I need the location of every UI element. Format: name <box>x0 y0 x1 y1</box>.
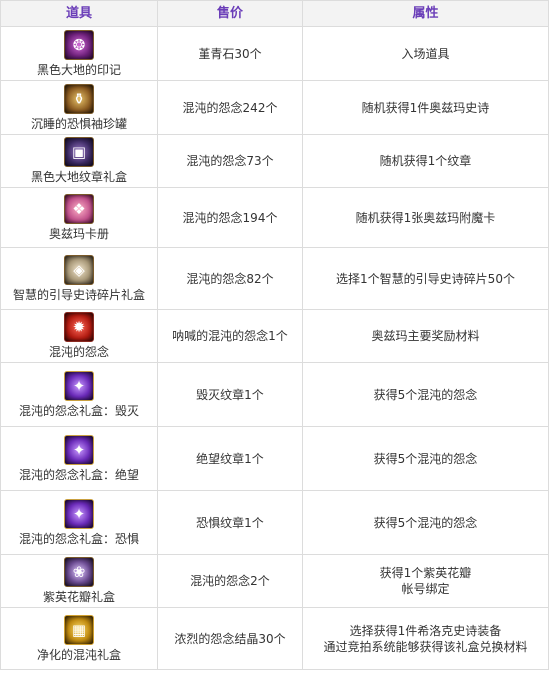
emblem-icon: ❂ <box>64 29 94 60</box>
item-name: 黑色大地纹章礼盒 <box>30 170 127 184</box>
petal-icon: ❀ <box>64 557 94 587</box>
price-cell: 堇青石30个 <box>157 26 303 81</box>
price-cell: 混沌的怨念194个 <box>157 187 303 248</box>
attribute-cell: 随机获得1个纹章 <box>302 134 549 188</box>
item-name: 混沌的怨念礼盒：绝望 <box>18 467 139 482</box>
attribute-line: 获得5个混沌的怨念 <box>373 451 478 466</box>
item-name: 混沌的怨念 <box>48 345 109 359</box>
item-name: 紫英花瓣礼盒 <box>42 590 115 604</box>
price-cell: 呐喊的混沌的怨念1个 <box>157 309 303 363</box>
attribute-line: 获得1个紫英花瓣 <box>379 566 472 580</box>
orb-icon: ✹ <box>64 312 94 342</box>
gift-box-icon: ✦ <box>64 370 94 401</box>
attribute-line: 帐号绑定 <box>401 582 450 596</box>
attribute-cell: 随机获得1张奥兹玛附魔卡 <box>302 187 549 248</box>
item-cell: ⚱ 沉睡的恐惧袖珍罐 <box>0 80 158 135</box>
header-attribute: 属性 <box>302 0 549 27</box>
table-header-row: 道具 售价 属性 <box>0 0 549 27</box>
table-row: ⚱ 沉睡的恐惧袖珍罐 混沌的怨念242个 随机获得1件奥兹玛史诗 <box>0 80 549 135</box>
header-price: 售价 <box>157 0 303 27</box>
attribute-line: 选择1个智慧的引导史诗碎片50个 <box>336 271 515 286</box>
price-cell: 混沌的怨念82个 <box>157 247 303 310</box>
price-cell: 绝望纹章1个 <box>157 426 303 491</box>
item-name: 奥兹玛卡册 <box>48 226 109 241</box>
table-row: ❂ 黑色大地的印记 堇青石30个 入场道具 <box>0 26 549 81</box>
attribute-line: 通过竞拍系统能够获得该礼盒兑换材料 <box>323 639 528 654</box>
item-cell: ❂ 黑色大地的印记 <box>0 26 158 81</box>
table-row: ▦ 净化的混沌礼盒 浓烈的怨念结晶30个 选择获得1件希洛克史诗装备 通过竞拍系… <box>0 607 549 670</box>
price-cell: 浓烈的怨念结晶30个 <box>157 607 303 670</box>
price-cell: 混沌的怨念2个 <box>157 554 303 608</box>
item-cell: ▣ 黑色大地纹章礼盒 <box>0 134 158 188</box>
attribute-line: 奥兹玛主要奖励材料 <box>371 329 480 343</box>
card-book-icon: ❖ <box>64 193 94 224</box>
gold-chest-icon: ▦ <box>64 614 94 645</box>
attribute-cell: 奥兹玛主要奖励材料 <box>302 309 549 363</box>
item-name: 混沌的怨念礼盒：恐惧 <box>18 531 139 546</box>
attribute-cell: 随机获得1件奥兹玛史诗 <box>302 80 549 135</box>
price-cell: 混沌的怨念73个 <box>157 134 303 188</box>
table-row: ✦ 混沌的怨念礼盒：毁灭 毁灭纹章1个 获得5个混沌的怨念 <box>0 362 549 427</box>
attribute-line: 随机获得1张奥兹玛附魔卡 <box>355 210 496 225</box>
item-cell: ✹ 混沌的怨念 <box>0 309 158 363</box>
price-cell: 恐惧纹章1个 <box>157 490 303 555</box>
item-name: 沉睡的恐惧袖珍罐 <box>30 116 127 131</box>
attribute-line: 随机获得1个纹章 <box>379 154 472 168</box>
item-name: 净化的混沌礼盒 <box>36 647 121 662</box>
attribute-line: 选择获得1件希洛克史诗装备 <box>349 623 502 638</box>
table-row: ✦ 混沌的怨念礼盒：绝望 绝望纹章1个 获得5个混沌的怨念 <box>0 426 549 491</box>
item-cell: ◈ 智慧的引导史诗碎片礼盒 <box>0 247 158 310</box>
price-cell: 毁灭纹章1个 <box>157 362 303 427</box>
item-cell: ✦ 混沌的怨念礼盒：绝望 <box>0 426 158 491</box>
item-cell: ❀ 紫英花瓣礼盒 <box>0 554 158 608</box>
attribute-cell: 获得5个混沌的怨念 <box>302 362 549 427</box>
table-row: ❀ 紫英花瓣礼盒 混沌的怨念2个 获得1个紫英花瓣 帐号绑定 <box>0 554 549 608</box>
item-name: 黑色大地的印记 <box>36 62 121 77</box>
table-row: ✹ 混沌的怨念 呐喊的混沌的怨念1个 奥兹玛主要奖励材料 <box>0 309 549 363</box>
attribute-line: 入场道具 <box>401 46 450 61</box>
price-cell: 混沌的怨念242个 <box>157 80 303 135</box>
chest-icon: ▣ <box>64 137 94 167</box>
table-row: ◈ 智慧的引导史诗碎片礼盒 混沌的怨念82个 选择1个智慧的引导史诗碎片50个 <box>0 247 549 310</box>
attribute-cell: 选择获得1件希洛克史诗装备 通过竞拍系统能够获得该礼盒兑换材料 <box>302 607 549 670</box>
attribute-cell: 获得5个混沌的怨念 <box>302 490 549 555</box>
item-cell: ❖ 奥兹玛卡册 <box>0 187 158 248</box>
attribute-line: 获得5个混沌的怨念 <box>373 387 478 402</box>
items-table: 道具 售价 属性 ❂ 黑色大地的印记 堇青石30个 入场道具 ⚱ 沉睡的恐惧袖珍… <box>0 0 549 670</box>
shard-icon: ◈ <box>64 254 94 285</box>
jar-icon: ⚱ <box>64 83 94 114</box>
attribute-cell: 选择1个智慧的引导史诗碎片50个 <box>302 247 549 310</box>
item-cell: ✦ 混沌的怨念礼盒：恐惧 <box>0 490 158 555</box>
table-row: ✦ 混沌的怨念礼盒：恐惧 恐惧纹章1个 获得5个混沌的怨念 <box>0 490 549 555</box>
item-name: 智慧的引导史诗碎片礼盒 <box>12 287 145 302</box>
item-cell: ✦ 混沌的怨念礼盒：毁灭 <box>0 362 158 427</box>
item-name: 混沌的怨念礼盒：毁灭 <box>18 403 139 418</box>
gift-box-icon: ✦ <box>64 434 94 465</box>
attribute-line: 获得5个混沌的怨念 <box>373 515 478 530</box>
item-cell: ▦ 净化的混沌礼盒 <box>0 607 158 670</box>
gift-box-icon: ✦ <box>64 498 94 529</box>
table-row: ▣ 黑色大地纹章礼盒 混沌的怨念73个 随机获得1个纹章 <box>0 134 549 188</box>
attribute-cell: 获得5个混沌的怨念 <box>302 426 549 491</box>
attribute-cell: 获得1个紫英花瓣 帐号绑定 <box>302 554 549 608</box>
header-item: 道具 <box>0 0 158 27</box>
attribute-line: 随机获得1件奥兹玛史诗 <box>361 100 490 115</box>
attribute-cell: 入场道具 <box>302 26 549 81</box>
table-row: ❖ 奥兹玛卡册 混沌的怨念194个 随机获得1张奥兹玛附魔卡 <box>0 187 549 248</box>
